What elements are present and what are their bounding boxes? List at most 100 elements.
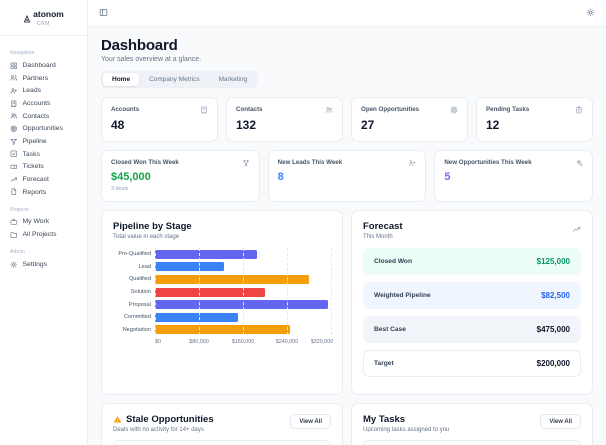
- stat-card-label: Accounts: [111, 106, 140, 113]
- sidebar-item-dashboard[interactable]: Dashboard: [0, 59, 87, 72]
- sidebar-item-label: All Projects: [22, 231, 57, 239]
- sidebar-item-label: Contacts: [22, 112, 50, 120]
- sun-icon[interactable]: [586, 4, 595, 22]
- chart-category-label: Proposal: [128, 301, 151, 308]
- forecast-row-label: Closed Won: [374, 258, 412, 265]
- forecast-row-label: Weighted Pipeline: [374, 292, 431, 299]
- forecast-row-value: $475,000: [536, 325, 570, 334]
- tab-marketing[interactable]: Marketing: [210, 73, 257, 86]
- chart-x-tick: $160,000: [231, 339, 255, 346]
- stale-opportunity-row[interactable]: Acme Corp - Enterprise PlanAcme Corporat…: [113, 440, 331, 445]
- logo-icon: [23, 10, 31, 23]
- forecast-card: Forecast This Month Closed Won $125,000 We…: [351, 210, 593, 395]
- sidebar-item-settings[interactable]: Settings: [0, 258, 87, 271]
- sidebar-item-tickets[interactable]: Tickets: [0, 161, 87, 174]
- chart-gridline: [155, 248, 156, 336]
- sidebar-nav: Navigation Dashboard Partners Leads Accounts…: [0, 36, 87, 277]
- stat-card-header: Accounts: [111, 106, 208, 114]
- user-plus-icon: [10, 87, 18, 95]
- sidebar-item-contacts[interactable]: Contacts: [0, 110, 87, 123]
- stat-card-label: Pending Tasks: [486, 106, 530, 113]
- tasks-title: My Tasks: [363, 414, 406, 425]
- sidebar-item-accounts[interactable]: Accounts: [0, 97, 87, 110]
- pipeline-bar-chart: Pre-Qualified Lead Qualified Solution Propos…: [113, 248, 334, 349]
- forecast-row-label: Best Case: [374, 326, 406, 333]
- chart-x-tick: $240,000: [275, 339, 299, 346]
- chart-gridline: [243, 248, 244, 336]
- stat-card-header: Pending Tasks: [486, 106, 583, 114]
- stat-card-accounts: Accounts 48: [101, 97, 218, 142]
- sidebar-item-all-projects[interactable]: All Projects: [0, 228, 87, 241]
- my-tasks-card: My Tasks Upcoming tasks assigned to you …: [351, 403, 593, 445]
- week-card-header: New Opportunities This Week: [444, 159, 583, 167]
- sparkles-icon: [575, 159, 583, 167]
- stat-cards-row: Accounts 48 Contacts 132 Open Opportunities 2…: [101, 97, 593, 142]
- file-icon: [10, 188, 18, 196]
- folder-icon: [10, 231, 18, 239]
- user-plus-icon: [408, 159, 416, 167]
- pipeline-by-stage-card: Pipeline by Stage Total value in each st…: [101, 210, 343, 395]
- week-card-header: New Leads This Week: [278, 159, 417, 167]
- page-title: Dashboard: [101, 37, 178, 54]
- tab-home[interactable]: Home: [103, 73, 140, 86]
- stat-card-label: Contacts: [236, 106, 263, 113]
- tab-company-metrics[interactable]: Company Metrics: [140, 73, 209, 86]
- topbar: [88, 0, 606, 27]
- chart-gridline: [287, 248, 288, 336]
- stat-card-value: 132: [236, 118, 257, 132]
- sidebar-item-label: Partners: [22, 74, 49, 82]
- stat-card-value: 48: [111, 118, 125, 132]
- pipeline-chart-title: Pipeline by Stage: [113, 221, 192, 232]
- chart-x-tick: $320,000: [310, 339, 334, 346]
- sidebar-item-partners[interactable]: Partners: [0, 72, 87, 85]
- panel-left-icon[interactable]: [99, 4, 108, 22]
- logo-subtext: CRM: [37, 21, 50, 27]
- chart-category-label: Negotiation: [122, 326, 151, 333]
- sidebar-item-leads[interactable]: Leads: [0, 84, 87, 97]
- stat-card-header: Open Opportunities: [361, 106, 458, 114]
- crm-app: atonom CRM Navigation Dashboard Partners Le…: [0, 0, 606, 445]
- week-card-label: New Leads This Week: [277, 159, 343, 166]
- week-card-new-opportunities-this-week: New Opportunities This Week 5: [434, 150, 593, 202]
- sidebar-item-my-work[interactable]: My Work: [0, 216, 87, 229]
- stale-opportunities-card: Stale Opportunities Deals with no activi…: [101, 403, 343, 445]
- week-card-closed-won-this-week: Closed Won This Week $45,000 3 deals: [101, 150, 260, 202]
- chart-gridlines: [155, 248, 332, 336]
- ticket-icon: [10, 163, 18, 171]
- sidebar-item-tasks[interactable]: Tasks: [0, 148, 87, 161]
- sidebar-item-label: Reports: [22, 188, 47, 196]
- dashboard-icon: [10, 62, 18, 70]
- page-subtitle: Your sales overview at a glance.: [101, 56, 202, 63]
- sidebar-item-label: Accounts: [22, 99, 51, 107]
- forecast-row-closed-won: Closed Won $125,000: [363, 248, 581, 275]
- chart-category-label: Qualified: [128, 276, 151, 283]
- sidebar-item-label: Leads: [22, 87, 42, 95]
- sidebar-item-opportunities[interactable]: Opportunities: [0, 122, 87, 135]
- dashboard-content: Dashboard Your sales overview at a glanc…: [88, 27, 606, 445]
- sidebar-item-label: Pipeline: [22, 137, 47, 145]
- check-square-icon: [10, 150, 18, 158]
- sidebar-item-label: Settings: [22, 260, 48, 268]
- sidebar-item-forecast[interactable]: Forecast: [0, 173, 87, 186]
- task-row[interactable]: Follow up with Acme CorpTomorrow: [363, 440, 581, 445]
- sidebar: atonom CRM Navigation Dashboard Partners Le…: [0, 0, 88, 445]
- pipeline-chart-subtitle: Total value in each stage: [113, 234, 180, 240]
- week-card-label: New Opportunities This Week: [444, 159, 532, 166]
- week-cards-row: Closed Won This Week $45,000 3 deals New Le…: [101, 150, 593, 202]
- tasks-list: Follow up with Acme CorpTomorrowPrepare …: [363, 440, 581, 445]
- stale-subtitle: Deals with no activity for 14+ days: [113, 427, 204, 433]
- trending-up-icon: [572, 221, 581, 232]
- chart-category-label: Committed: [123, 314, 151, 321]
- forecast-title: Forecast: [363, 221, 403, 232]
- tasks-view-all-button[interactable]: View All: [540, 414, 581, 429]
- sidebar-item-pipeline[interactable]: Pipeline: [0, 135, 87, 148]
- stat-card-value: 12: [486, 118, 500, 132]
- sidebar-item-reports[interactable]: Reports: [0, 186, 87, 199]
- forecast-row-best-case: Best Case $475,000: [363, 316, 581, 343]
- funnel-icon: [10, 138, 18, 146]
- week-card-value: 8: [277, 171, 284, 183]
- stale-view-all-button[interactable]: View All: [290, 414, 331, 429]
- gear-icon: [10, 261, 18, 269]
- forecast-row-value: $125,000: [536, 257, 570, 266]
- trophy-icon: [242, 159, 250, 167]
